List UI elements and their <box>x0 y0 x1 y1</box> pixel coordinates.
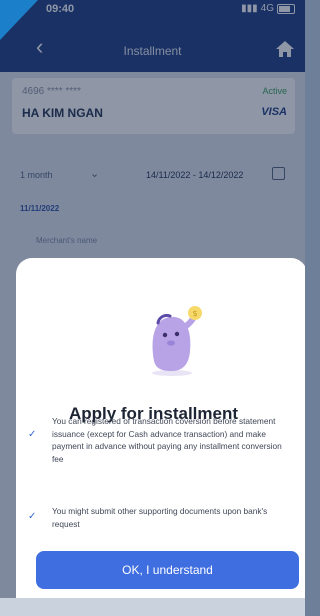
info-text: You might submit other supporting docume… <box>52 506 268 529</box>
installment-bottom-sheet: $ Apply for installment ✓ You can regist… <box>0 258 305 616</box>
confirm-button[interactable]: OK, I understand <box>36 551 299 589</box>
check-icon: ✓ <box>28 511 37 522</box>
sheet-bottom-edge <box>0 598 305 616</box>
info-text: You can registered of transaction covers… <box>52 416 282 464</box>
mascot-illustration: $ <box>152 306 202 376</box>
svg-text:$: $ <box>192 309 197 318</box>
info-point: ✓ You can registered of transaction cove… <box>28 415 290 465</box>
app-screen: 09:40 ▮▮▮ 4G ‹ Installment 4696 **** ***… <box>0 0 305 616</box>
check-icon: ✓ <box>28 429 37 440</box>
info-point: ✓ You might submit other supporting docu… <box>28 505 290 530</box>
